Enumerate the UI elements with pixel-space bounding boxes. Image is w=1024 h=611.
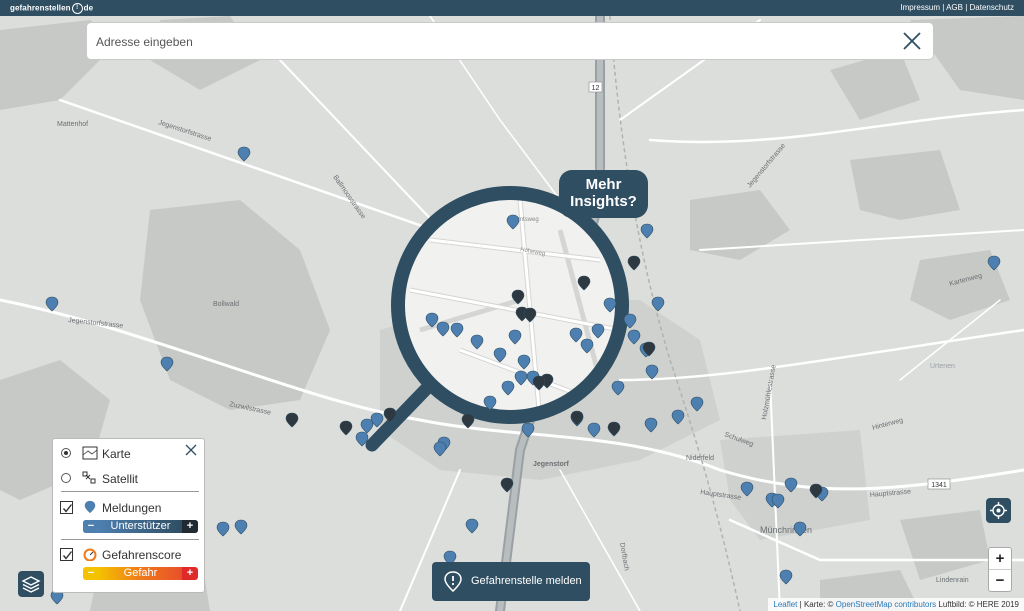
radio-satellit[interactable] [61,473,71,483]
zoom-in-button[interactable]: + [989,548,1011,570]
top-bar: gefahrenstellen! de Impressum | AGB | Dat… [0,0,1024,16]
link-separator: | [965,3,968,12]
gauge-icon [83,548,97,561]
map-label-niderfeld: Niderfeld [686,455,714,462]
map-label-lindenrain: Lindenrain [936,577,969,584]
scale-minus: − [83,567,99,580]
attribution-luftbild: Luftbild: © HERE 2019 [938,600,1019,609]
scale-minus: − [83,520,99,533]
address-search[interactable]: Adresse eingeben [86,22,934,60]
layer-option-gefahrenscore[interactable]: Gefahrenscore [53,546,204,564]
divider [61,491,199,492]
zoom-out-button[interactable]: − [989,570,1011,591]
road-shield-12: 12 [588,81,603,93]
map-attribution: Leaflet | Karte: © OpenStreetMap contrib… [768,598,1024,611]
link-separator: | [942,3,945,12]
datenschutz-link[interactable]: Datenschutz [970,3,1014,12]
radio-karte[interactable] [61,448,71,458]
layer-option-satellit[interactable]: Satellit [53,470,204,488]
map-label-urtenen: Urtenen [930,363,955,370]
close-icon[interactable] [901,30,923,52]
layer-panel: Karte Satellit Meldungen − Unterstützer … [52,438,205,593]
map-label-mattenhof: Mattenhof [57,121,88,128]
satellite-icon [82,471,96,484]
gefahr-scale: − Gefahr + [83,567,198,580]
layer-label-satellit: Satellit [102,472,139,486]
road-shield-12-text: 12 [592,85,600,92]
road-shield-1341-text: 1341 [931,482,947,489]
checkbox-meldungen[interactable] [60,501,73,514]
divider [61,539,199,540]
layer-label-meldungen: Meldungen [102,501,162,515]
insights-line1: Mehr [585,176,622,193]
brand-tld: de [83,3,94,13]
agb-link[interactable]: AGB [946,3,963,12]
scale-label-unterstuetzer: Unterstützer [99,520,182,533]
road-shield-1341: 1341 [927,478,951,490]
layer-option-meldungen[interactable]: Meldungen [53,499,204,517]
impressum-link[interactable]: Impressum [900,3,940,12]
scale-plus: + [182,520,198,533]
osm-link[interactable]: OpenStreetMap contributors [836,600,937,609]
report-hazard-button[interactable]: Gefahrenstelle melden [432,562,590,601]
locate-me-button[interactable] [986,498,1011,523]
map-label-bollwald: Bollwald [213,301,239,308]
map-label-jegenstorf: Jegenstorf [533,461,569,468]
footer-links: Impressum | AGB | Datenschutz [900,3,1014,12]
brand-name: gefahrenstellen [10,3,71,13]
more-insights-bubble[interactable]: Mehr Insights? [559,170,648,218]
layers-icon [21,576,41,593]
layer-label-gefahrenscore: Gefahrenscore [102,548,182,562]
pin-icon [84,500,96,514]
search-input[interactable]: Adresse eingeben [96,35,193,49]
checkbox-gefahrenscore[interactable] [60,548,73,561]
scale-label-gefahr: Gefahr [99,567,182,580]
brand-mark: ! [71,3,83,14]
scale-plus: + [182,567,198,580]
attribution-separator: | [799,600,802,609]
brand-logo[interactable]: gefahrenstellen! de [10,3,93,14]
report-hazard-label: Gefahrenstelle melden [471,575,582,587]
layers-toggle-button[interactable] [18,571,44,597]
layer-label-karte: Karte [102,447,131,461]
layer-option-karte[interactable]: Karte [53,445,204,463]
leaflet-link[interactable]: Leaflet [773,600,797,609]
zoom-control: + − [988,547,1012,592]
insights-line2: Insights? [570,193,637,210]
alert-pin-icon [444,571,462,592]
map-icon [82,446,98,460]
unterstuetzer-scale: − Unterstützer + [83,520,198,533]
attribution-karte: Karte: © [803,600,834,609]
crosshair-icon [990,502,1007,519]
